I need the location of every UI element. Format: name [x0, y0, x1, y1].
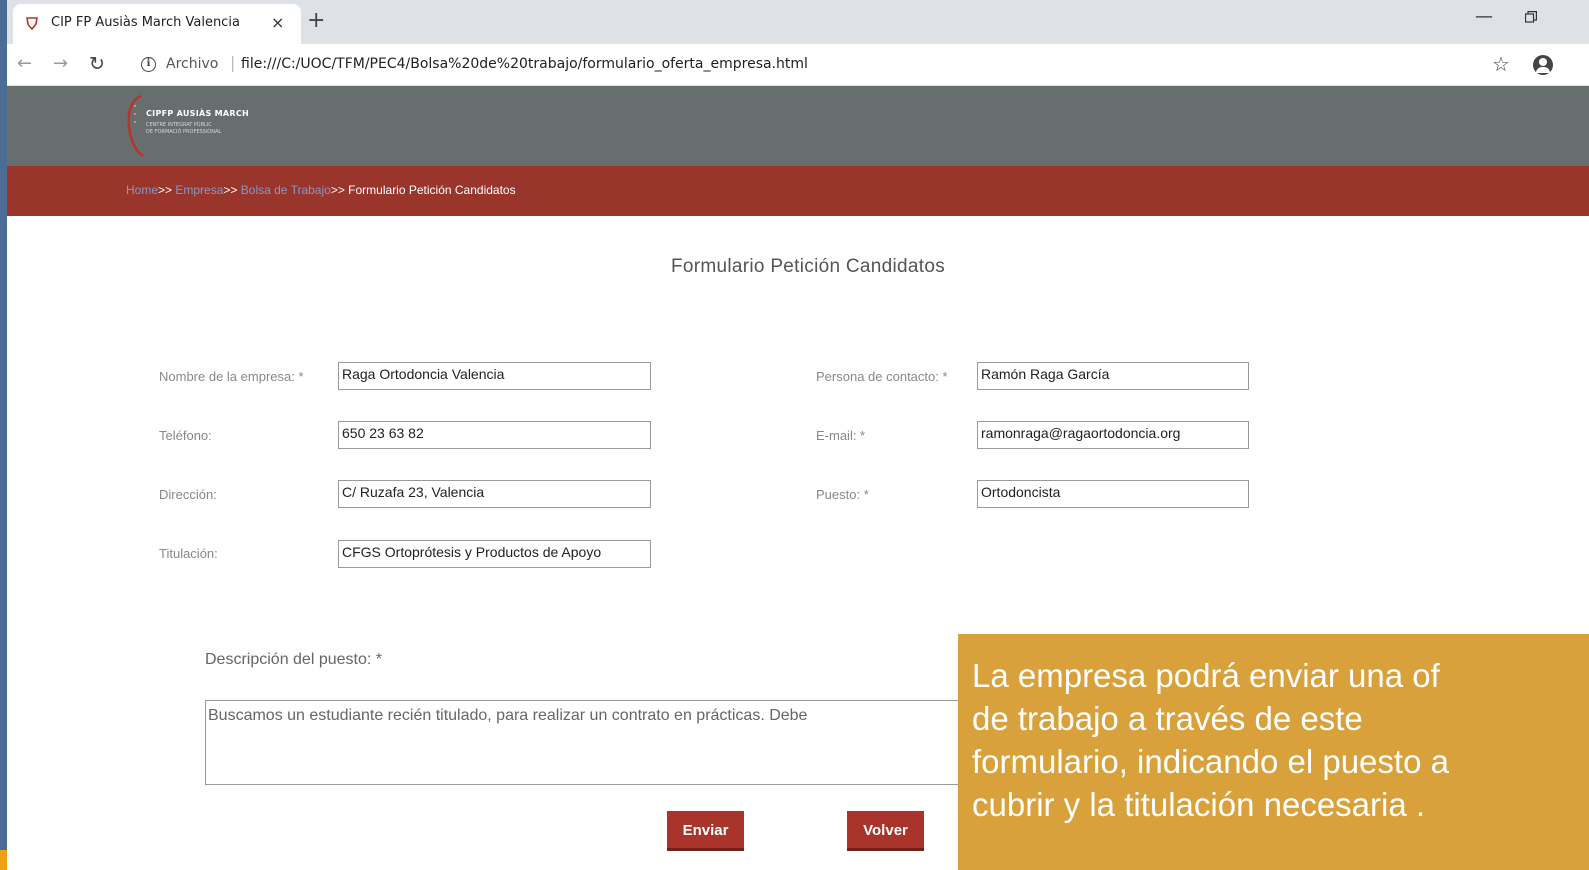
reload-icon[interactable]: ↻ [89, 53, 105, 75]
page-title: Formulario Petición Candidatos [670, 256, 946, 277]
shield-favicon-icon [26, 17, 38, 30]
breadcrumb-separator: >> [158, 183, 176, 197]
breadcrumb-empresa[interactable]: Empresa [175, 183, 223, 197]
email-input[interactable]: ramonraga@ragaortodoncia.org [977, 421, 1249, 449]
titulacion-input[interactable]: CFGS Ortoprótesis y Productos de Apoyo [338, 540, 651, 568]
logo-mark-icon [127, 94, 144, 158]
url-separator: | [230, 53, 236, 72]
breadcrumb-current: >> Formulario Petición Candidatos [330, 183, 516, 197]
telefono-label: Teléfono: [159, 428, 212, 443]
tab-close-icon[interactable]: × [271, 13, 284, 32]
url-scheme-label: Archivo [166, 56, 219, 72]
info-icon[interactable]: i [141, 57, 156, 72]
titulacion-label: Titulación: [159, 546, 218, 561]
new-tab-button[interactable]: + [307, 8, 325, 34]
profile-icon[interactable] [1533, 55, 1553, 75]
email-label: E-mail: * [816, 428, 866, 443]
contacto-input[interactable]: Ramón Raga García [977, 362, 1249, 390]
star-icon[interactable]: ☆ [1492, 52, 1510, 76]
browser-tab[interactable]: CIP FP Ausiàs March Valencia × [13, 4, 301, 44]
address-bar[interactable]: i Archivo | file:///C:/UOC/TFM/PEC4/Bols… [127, 50, 1567, 80]
browser-window: CIP FP Ausiàs March Valencia × + — ← → ↻… [7, 0, 1589, 870]
breadcrumb-separator: >> [223, 183, 241, 197]
callout-line: cubrir y la titulación necesaria . [972, 786, 1426, 823]
tab-bar: CIP FP Ausiàs March Valencia × + — [7, 0, 1589, 44]
callout-line: La empresa podrá enviar una of [972, 657, 1440, 694]
school-logo[interactable]: CIPFP AUSIÀS MARCH CENTRE INTEGRAT PÚBLI… [123, 92, 263, 158]
url-text[interactable]: file:///C:/UOC/TFM/PEC4/Bolsa%20de%20tra… [241, 56, 808, 72]
puesto-input[interactable]: Ortodoncista [977, 480, 1249, 508]
breadcrumb-home[interactable]: Home [126, 183, 158, 197]
direccion-label: Dirección: [159, 487, 217, 502]
logo-subtitle-1: CENTRE INTEGRAT PÚBLIC [146, 122, 212, 128]
telefono-input[interactable]: 650 23 63 82 [338, 421, 651, 449]
breadcrumb: Home>> Empresa>> Bolsa de Trabajo>> Form… [126, 183, 516, 197]
tab-title: CIP FP Ausiàs March Valencia [51, 15, 240, 30]
logo-name: CIPFP AUSIÀS MARCH [146, 109, 250, 118]
logo-subtitle-2: DE FORMACIÓ PROFESSIONAL [146, 129, 222, 135]
annotation-callout: La empresa podrá enviar una of de trabaj… [958, 634, 1589, 870]
enviar-button[interactable]: Enviar [667, 811, 744, 851]
restore-icon[interactable] [1525, 11, 1537, 23]
breadcrumb-bar: Home>> Empresa>> Bolsa de Trabajo>> Form… [7, 166, 1589, 216]
empresa-label: Nombre de la empresa: * [159, 369, 304, 384]
forward-arrow-icon[interactable]: → [53, 53, 68, 74]
direccion-input[interactable]: C/ Ruzafa 23, Valencia [338, 480, 651, 508]
descripcion-label: Descripción del puesto: * [205, 651, 382, 668]
site-header: CIPFP AUSIÀS MARCH CENTRE INTEGRAT PÚBLI… [7, 86, 1589, 166]
callout-line: de trabajo a través de este [972, 700, 1363, 737]
empresa-input[interactable]: Raga Ortodoncia Valencia [338, 362, 651, 390]
slide-left-strip [0, 0, 7, 870]
breadcrumb-bolsa-trabajo[interactable]: Bolsa de Trabajo [241, 183, 331, 197]
callout-line: formulario, indicando el puesto a [972, 743, 1449, 780]
volver-button[interactable]: Volver [847, 811, 924, 851]
contacto-label: Persona de contacto: * [816, 369, 948, 384]
back-arrow-icon[interactable]: ← [17, 53, 32, 74]
browser-toolbar: ← → ↻ i Archivo | file:///C:/UOC/TFM/PEC… [7, 44, 1589, 86]
puesto-label: Puesto: * [816, 487, 869, 502]
minimize-icon[interactable]: — [1475, 6, 1493, 27]
slide-strip-accent [0, 850, 7, 870]
